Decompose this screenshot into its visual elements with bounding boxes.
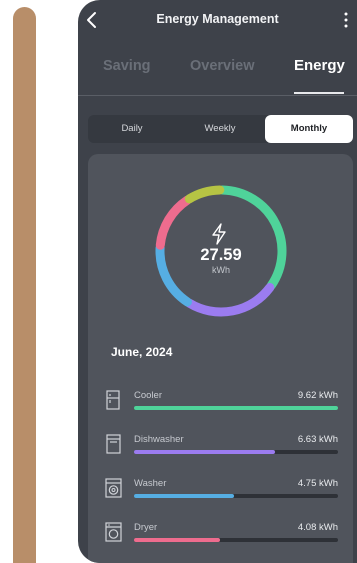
dryer-icon [105, 522, 122, 542]
period-label: June, 2024 [111, 345, 173, 359]
tab-overview[interactable]: Overview [190, 58, 255, 74]
tabs-divider [78, 95, 357, 96]
device-name: Washer [134, 478, 167, 489]
usage-bar-track [134, 406, 338, 410]
device-name: Dishwasher [134, 434, 184, 445]
usage-bar-track [134, 450, 338, 454]
dishwasher-icon [106, 434, 121, 454]
device-value: 6.63 kWh [297, 434, 338, 445]
period-selector: Daily Weekly Monthly [88, 115, 353, 143]
donut-segment [184, 185, 225, 204]
washer-icon [105, 478, 122, 498]
device-name: Dryer [134, 522, 158, 533]
donut-segment [184, 283, 275, 317]
device-row-washer[interactable]: Washer 4.75 kWh [105, 476, 345, 512]
tab-energy[interactable]: Energy [294, 57, 345, 74]
section-tabs: Saving Overview Energy [78, 50, 357, 96]
total-energy-unit: kWh [212, 265, 230, 275]
usage-bar-fill [134, 406, 338, 410]
tab-saving[interactable]: Saving [103, 58, 151, 74]
energy-card: 27.59 kWh June, 2024 Cooler 9.62 kWh Dis… [88, 154, 353, 563]
usage-bar-fill [134, 538, 220, 542]
total-energy-value: 27.59 [200, 246, 242, 264]
device-value: 9.62 kWh [297, 390, 338, 401]
page-title: Energy Management [156, 12, 279, 26]
device-row-dryer[interactable]: Dryer 4.08 kWh [105, 520, 345, 556]
usage-bar-track [134, 494, 338, 498]
period-weekly-button[interactable]: Weekly [176, 115, 264, 143]
active-tab-indicator [294, 92, 344, 94]
period-monthly-button[interactable]: Monthly [265, 115, 353, 143]
usage-bar-fill [134, 450, 275, 454]
device-row-dishwasher[interactable]: Dishwasher 6.63 kWh [105, 432, 345, 468]
device-value: 4.75 kWh [297, 478, 338, 489]
usage-bar-track [134, 538, 338, 542]
usage-bar-fill [134, 494, 234, 498]
device-value: 4.08 kWh [297, 522, 338, 533]
app-header: Energy Management [78, 0, 357, 40]
fridge-icon [106, 390, 120, 410]
more-options-icon[interactable] [343, 10, 349, 30]
background-wooden-stick [13, 7, 36, 563]
lightning-bolt-icon [212, 223, 226, 245]
phone-screen: Energy Management Saving Overview Energy… [78, 0, 357, 563]
period-daily-button[interactable]: Daily [88, 115, 176, 143]
device-name: Cooler [134, 390, 162, 401]
donut-segment [155, 195, 192, 250]
device-row-cooler[interactable]: Cooler 9.62 kWh [105, 388, 345, 424]
